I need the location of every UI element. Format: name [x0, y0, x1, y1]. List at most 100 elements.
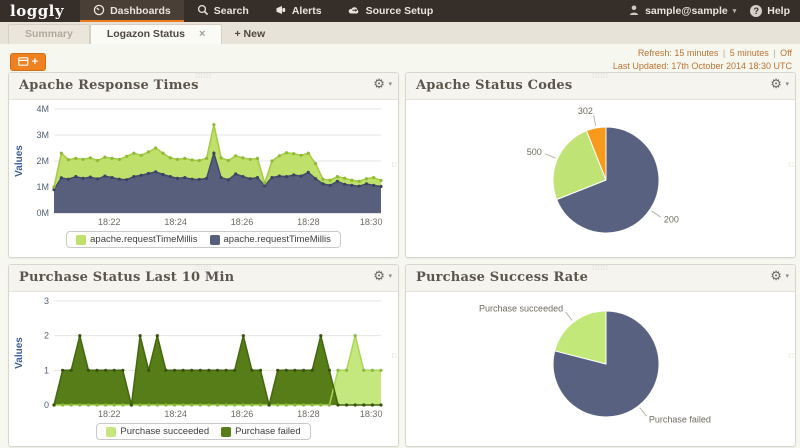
svg-text:18:24: 18:24: [164, 409, 187, 419]
legend-swatch: [210, 235, 220, 245]
chart-legend: apache.requestTimeMillis apache.requestT…: [12, 231, 395, 248]
close-icon[interactable]: ×: [199, 25, 205, 44]
panel-settings-button[interactable]: ⚙ ▾: [770, 268, 789, 284]
panel-settings-button[interactable]: ⚙ ▾: [770, 76, 789, 92]
purchase-status-chart[interactable]: 0123Values18:2218:2418:2618:2818:30: [12, 294, 393, 422]
svg-text:200: 200: [664, 214, 679, 224]
gear-icon: ⚙: [373, 76, 385, 91]
gear-icon: ⚙: [373, 268, 385, 283]
nav-label: Dashboards: [110, 5, 171, 17]
purchase-success-rate-pie[interactable]: Purchase failedPurchase succeeded: [409, 294, 790, 444]
separator: |: [771, 48, 777, 58]
svg-text:18:22: 18:22: [98, 409, 121, 419]
apache-response-times-chart[interactable]: 0M1M2M3M4MValues18:2218:2418:2618:2818:3…: [12, 102, 393, 230]
svg-text:18:30: 18:30: [360, 409, 383, 419]
widget-icon: [18, 55, 30, 70]
nav-label: Source Setup: [366, 5, 434, 17]
legend-item[interactable]: apache.requestTimeMillis: [210, 234, 331, 245]
help-label: Help: [767, 5, 790, 17]
tab-logazon-status[interactable]: Logazon Status ×: [90, 24, 223, 44]
svg-text:18:26: 18:26: [231, 409, 254, 419]
svg-text:0: 0: [44, 400, 49, 410]
panel-resize-handle[interactable]: ∷: [789, 351, 794, 360]
help-icon: ?: [750, 5, 762, 17]
main-nav: Dashboards Search Alerts Source Setup: [80, 0, 446, 22]
panel-resize-handle[interactable]: ∷: [789, 161, 794, 170]
refresh-option-15min[interactable]: 15 minutes: [674, 48, 718, 58]
alerts-megaphone-icon: [275, 4, 287, 19]
refresh-controls: Refresh: 15 minutes | 5 minutes | Off La…: [613, 47, 792, 72]
svg-text:2M: 2M: [36, 156, 49, 166]
cloud-icon: [348, 4, 361, 19]
svg-text:1: 1: [44, 365, 49, 375]
svg-text:18:28: 18:28: [297, 217, 320, 227]
nav-label: Search: [214, 5, 249, 17]
panel-settings-button[interactable]: ⚙ ▾: [373, 76, 392, 92]
panel-drag-handle[interactable]: ∷∷∷: [195, 265, 211, 272]
svg-text:Values: Values: [14, 337, 25, 369]
svg-text:3M: 3M: [36, 130, 49, 140]
chart-legend: Purchase succeeded Purchase failed: [12, 423, 395, 440]
nav-item-dashboards[interactable]: Dashboards: [80, 0, 184, 22]
nav-item-search[interactable]: Search: [184, 0, 262, 22]
gear-icon: ⚙: [770, 76, 782, 91]
caret-down-icon: ▾: [785, 273, 789, 280]
caret-down-icon: ▾: [388, 273, 392, 280]
loggly-logo[interactable]: loggly: [0, 0, 80, 22]
caret-down-icon: ▾: [388, 81, 392, 88]
new-tab-button[interactable]: + New: [222, 25, 277, 44]
nav-item-alerts[interactable]: Alerts: [262, 0, 335, 22]
panel-purchase-success-rate: ∷∷∷ Purchase Success Rate ⚙ ▾ Purchase f…: [405, 264, 796, 447]
separator: |: [721, 48, 727, 58]
svg-text:Purchase succeeded: Purchase succeeded: [479, 304, 563, 314]
panel-apache-response-times: ∷∷∷ Apache Response Times ⚙ ▾ 0M1M2M3M4M…: [8, 72, 399, 258]
user-menu[interactable]: sample@sample ▾: [628, 4, 736, 19]
caret-down-icon: ▾: [785, 81, 789, 88]
legend-swatch: [106, 427, 116, 437]
panel-drag-handle[interactable]: ∷∷∷: [592, 265, 608, 272]
tab-label: Logazon Status: [107, 25, 185, 44]
legend-swatch: [221, 427, 231, 437]
panel-body: 0M1M2M3M4MValues18:2218:2418:2618:2818:3…: [9, 100, 398, 248]
user-icon: [628, 4, 640, 19]
legend-item[interactable]: apache.requestTimeMillis: [76, 234, 197, 245]
legend-label: apache.requestTimeMillis: [90, 234, 197, 245]
dashboards-gauge-icon: [93, 4, 105, 19]
panel-resize-handle[interactable]: ∷: [392, 161, 397, 170]
gear-icon: ⚙: [770, 268, 782, 283]
svg-text:500: 500: [527, 147, 542, 157]
panel-purchase-status: ∷∷∷ Purchase Status Last 10 Min ⚙ ▾ 0123…: [8, 264, 399, 447]
tab-summary[interactable]: Summary: [8, 24, 90, 44]
panel-resize-handle[interactable]: ∷: [392, 351, 397, 360]
svg-text:18:28: 18:28: [297, 409, 320, 419]
topbar: loggly Dashboards Search Alerts: [0, 0, 800, 22]
username: sample@sample: [645, 5, 728, 17]
panel-drag-handle[interactable]: ∷∷∷: [592, 73, 608, 80]
svg-text:18:22: 18:22: [98, 217, 121, 227]
svg-text:0M: 0M: [36, 208, 49, 218]
refresh-option-off[interactable]: Off: [780, 48, 792, 58]
caret-down-icon: ▾: [733, 7, 737, 15]
loggly-dashboard-screen: loggly Dashboards Search Alerts: [0, 0, 800, 448]
svg-text:18:30: 18:30: [360, 217, 383, 227]
apache-status-codes-pie[interactable]: 200 500 302: [409, 102, 790, 254]
panel-body: 200 500 302: [406, 100, 795, 254]
add-widget-button[interactable]: +: [10, 53, 46, 71]
svg-text:302: 302: [578, 106, 593, 116]
dashboard-content: Refresh: 15 minutes | 5 minutes | Off La…: [0, 44, 800, 448]
svg-text:18:24: 18:24: [164, 217, 187, 227]
refresh-option-5min[interactable]: 5 minutes: [730, 48, 769, 58]
legend-swatch: [76, 235, 86, 245]
help-button[interactable]: ? Help: [750, 5, 790, 17]
panel-settings-button[interactable]: ⚙ ▾: [373, 268, 392, 284]
legend-item[interactable]: Purchase failed: [221, 426, 300, 437]
legend-item[interactable]: Purchase succeeded: [106, 426, 209, 437]
panel-body: 0123Values18:2218:2418:2618:2818:30 Purc…: [9, 292, 398, 440]
nav-item-source-setup[interactable]: Source Setup: [335, 0, 447, 22]
legend-label: apache.requestTimeMillis: [224, 234, 331, 245]
refresh-line: Refresh: 15 minutes | 5 minutes | Off: [613, 47, 792, 60]
panel-drag-handle[interactable]: ∷∷∷: [195, 73, 211, 80]
dashboard-tabbar: Summary Logazon Status × + New: [0, 22, 800, 44]
panel-apache-status-codes: ∷∷∷ Apache Status Codes ⚙ ▾ 200500302 ∷: [405, 72, 796, 258]
svg-text:3: 3: [44, 296, 49, 306]
